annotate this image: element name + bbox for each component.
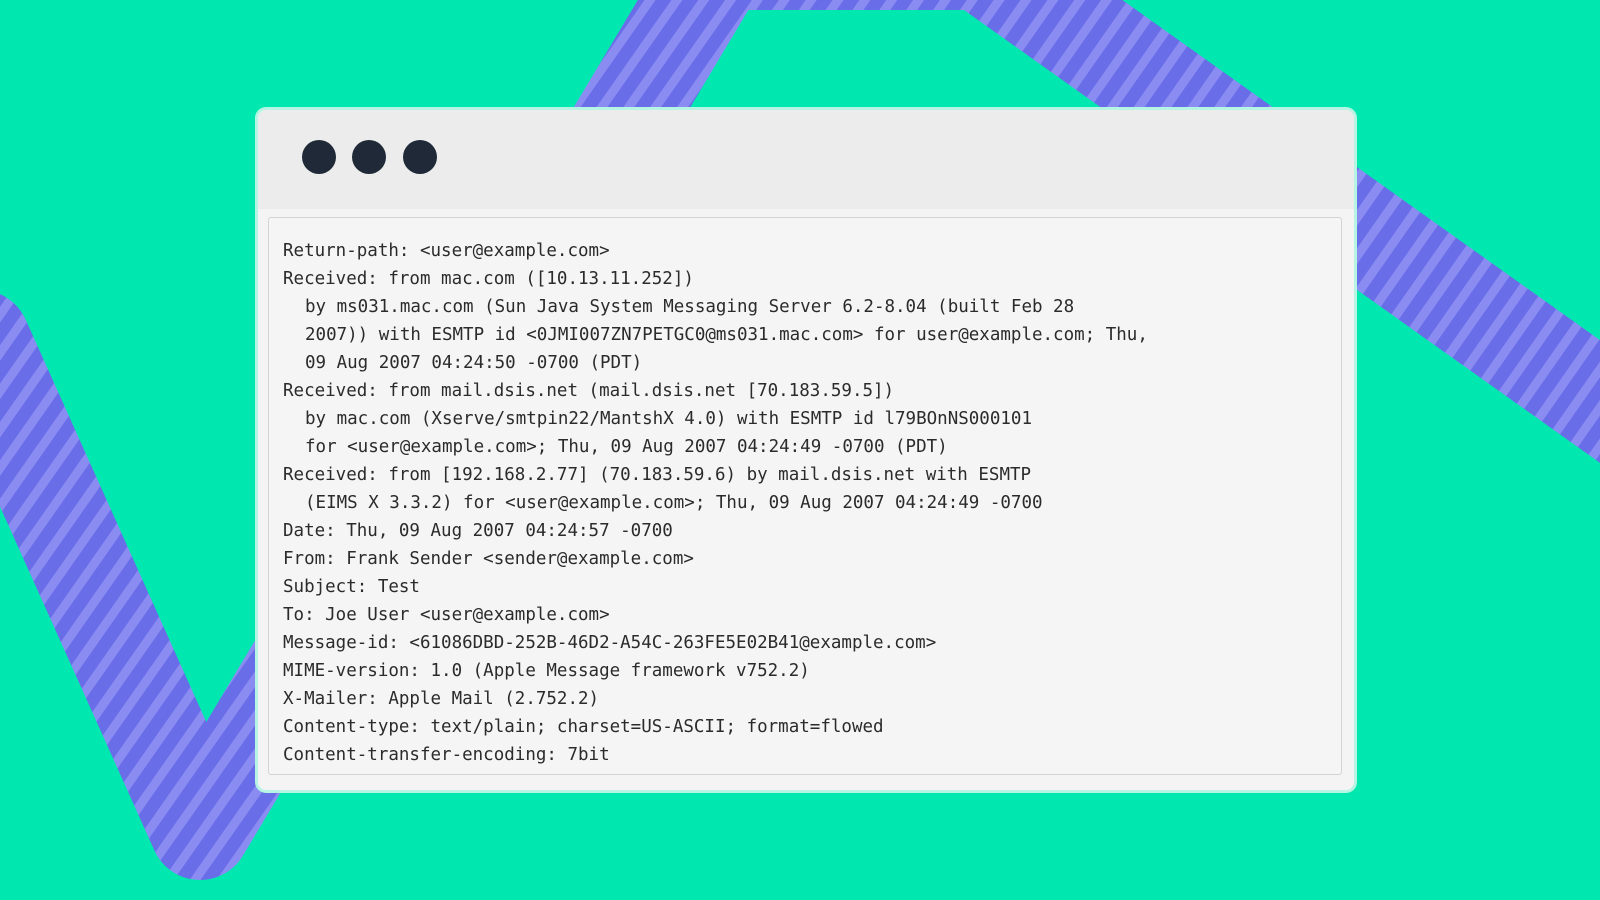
- email-header-line: 09 Aug 2007 04:24:50 -0700 (PDT): [305, 353, 643, 373]
- email-header-line: MIME-version: 1.0 (Apple Message framewo…: [283, 661, 810, 681]
- email-header-line: Date: Thu, 09 Aug 2007 04:24:57 -0700: [283, 521, 673, 541]
- email-header-line: by mac.com (Xserve/smtpin22/MantshX 4.0)…: [305, 409, 1032, 429]
- window-control-dot-1[interactable]: [302, 140, 336, 174]
- email-header-line: for <user@example.com>; Thu, 09 Aug 2007…: [305, 437, 948, 457]
- email-header-line: To: Joe User <user@example.com>: [283, 605, 610, 625]
- terminal-window: Return-path: <user@example.com> Received:…: [258, 110, 1354, 790]
- email-header-line: Received: from mail.dsis.net (mail.dsis.…: [283, 381, 895, 401]
- email-header-line: Content-transfer-encoding: 7bit: [283, 745, 610, 765]
- email-header-line: Message-id: <61086DBD-252B-46D2-A54C-263…: [283, 633, 937, 653]
- email-header-line: 2007)) with ESMTP id <0JMI007ZN7PETGC0@m…: [305, 325, 1148, 345]
- email-header-line: X-Mailer: Apple Mail (2.752.2): [283, 689, 600, 709]
- email-header-line: Received: from mac.com ([10.13.11.252]): [283, 269, 694, 289]
- email-header-line: (EIMS X 3.3.2) for <user@example.com>; T…: [305, 493, 1043, 513]
- email-header-line: Subject: Test: [283, 577, 420, 597]
- window-control-dot-2[interactable]: [352, 140, 386, 174]
- email-header-line: by ms031.mac.com (Sun Java System Messag…: [305, 297, 1075, 317]
- email-header-line: From: Frank Sender <sender@example.com>: [283, 549, 694, 569]
- window-titlebar: [258, 110, 1354, 209]
- email-header-line: Received: from [192.168.2.77] (70.183.59…: [283, 465, 1032, 485]
- email-header-panel: Return-path: <user@example.com> Received:…: [268, 217, 1342, 775]
- email-header-line: Return-path: <user@example.com>: [283, 241, 610, 261]
- email-header-line: Content-type: text/plain; charset=US-ASC…: [283, 717, 884, 737]
- window-control-dot-3[interactable]: [403, 140, 437, 174]
